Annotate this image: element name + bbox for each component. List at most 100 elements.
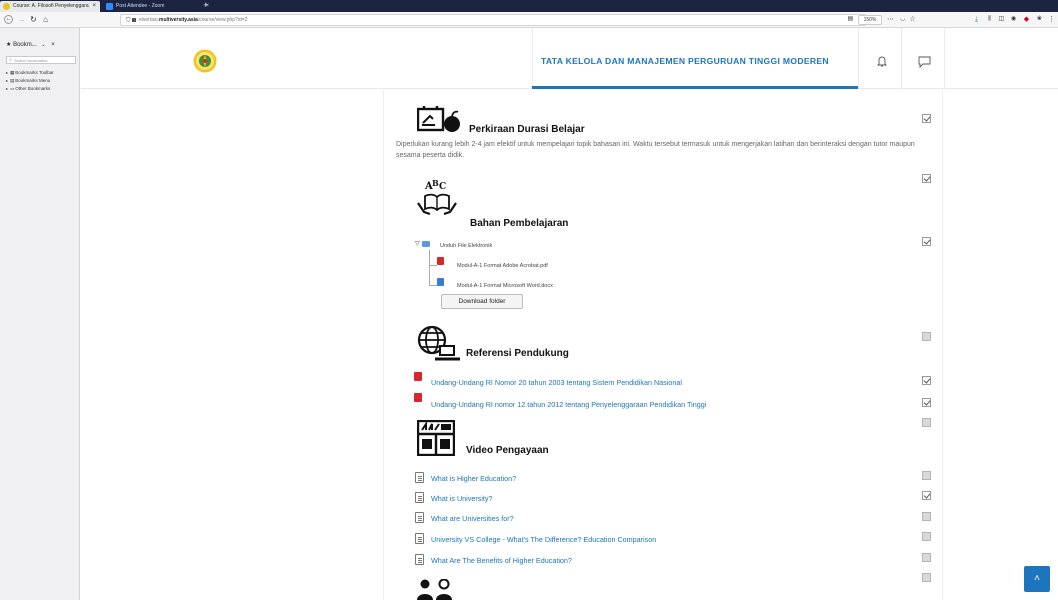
completion-checkbox[interactable] — [922, 174, 931, 183]
page-icon — [415, 472, 424, 483]
home-button[interactable]: ⌂ — [41, 15, 50, 24]
pocket-icon[interactable]: ◡ — [898, 15, 907, 24]
collapse-triangle-icon[interactable]: ▽ — [415, 240, 420, 247]
notification-bell-icon[interactable] — [876, 55, 888, 67]
bookmark-star-icon[interactable]: ☆ — [908, 15, 917, 24]
pdf-icon — [414, 393, 422, 402]
svg-text:C: C — [439, 182, 446, 192]
file-link-docx[interactable]: Modul-A-1 Format Microsoft Word.docx — [457, 283, 553, 289]
downloads-icon[interactable]: ⤓ — [972, 15, 981, 24]
completion-checkbox[interactable] — [922, 398, 931, 407]
menu-icon[interactable]: ⋮ — [1047, 15, 1056, 24]
section-title-durasi: Perkiraan Durasi Belajar — [469, 124, 585, 135]
video-link[interactable]: University VS College - What's The Diffe… — [431, 535, 656, 544]
completion-checkbox[interactable] — [922, 418, 931, 427]
abc-book-icon: A B C — [417, 179, 457, 216]
university-logo-icon[interactable] — [193, 49, 217, 73]
url-domain: multiversity.asia — [159, 17, 198, 23]
close-tab-icon[interactable]: × — [92, 1, 96, 12]
clock-apple-icon — [417, 106, 460, 132]
tab-zoom[interactable]: Post Attendee - Zoom × — [103, 1, 209, 12]
url-prefix: elsertasi. — [139, 17, 160, 23]
course-title[interactable]: TATA KELOLA DAN MANAJEMEN PERGURUAN TING… — [541, 56, 829, 66]
star-icon: ★ — [6, 42, 12, 48]
extension-icon[interactable]: ❀ — [1035, 15, 1044, 24]
section-title-referensi: Referensi Pendukung — [466, 348, 569, 359]
sidebar-item-other-bookmarks[interactable]: ▸ ▭Other Bookmarks — [6, 86, 50, 92]
active-title-underline — [532, 86, 858, 89]
sidebar-header[interactable]: ★ Bookm... ⌄ × — [6, 41, 55, 48]
library-icon[interactable]: ⫼ — [985, 15, 994, 24]
chevron-right-icon: ▸ — [6, 70, 9, 75]
bookmarks-sidebar: ★ Bookm... ⌄ × ⌕ Search bookmarks ▸ ▦Book… — [0, 28, 80, 600]
extension-icon[interactable]: ◉ — [1009, 15, 1018, 24]
url-path: /course/view.php?id=2 — [197, 17, 248, 23]
chevron-up-icon: ˄ — [1034, 573, 1040, 584]
sidebar-toggle-icon[interactable]: ◫ — [997, 15, 1006, 24]
course-content — [383, 90, 943, 600]
video-link[interactable]: What are Universities for? — [431, 514, 514, 523]
section-title-video: Video Pengayaan — [466, 445, 549, 456]
divider — [532, 28, 533, 89]
folder-icon: ▭ — [10, 86, 15, 91]
completion-checkbox[interactable] — [922, 376, 931, 385]
forward-button[interactable]: → — [17, 15, 26, 24]
video-link[interactable]: What is University? — [431, 494, 493, 503]
page-icon — [415, 533, 424, 544]
zoom-level[interactable]: 150% — [858, 15, 882, 25]
search-placeholder: Search bookmarks — [14, 58, 48, 63]
sidebar-title: Bookm... — [13, 42, 37, 48]
shield-icon: ⛉ — [126, 18, 131, 24]
sidebar-item-bookmarks-toolbar[interactable]: ▸ ▦Bookmarks Toolbar — [6, 70, 54, 76]
bookmark-search-input[interactable]: ⌕ Search bookmarks — [6, 56, 76, 64]
divider — [858, 28, 859, 89]
tab-course[interactable]: Course: A. Filosofi Penyelenggara × — [0, 1, 100, 12]
message-icon[interactable] — [918, 56, 931, 68]
page-area: TATA KELOLA DAN MANAJEMEN PERGURUAN TING… — [81, 28, 1058, 600]
reload-button[interactable]: ↻ — [29, 15, 38, 24]
reference-link[interactable]: Undang-Undang RI Nomor 20 tahun 2003 ten… — [431, 378, 682, 387]
globe-computer-icon — [417, 325, 460, 361]
lock-icon — [132, 18, 136, 22]
course-favicon-icon — [3, 3, 10, 10]
sidebar-item-bookmarks-menu[interactable]: ▸ ▤Bookmarks Menu — [6, 78, 50, 84]
word-file-icon — [437, 278, 444, 286]
download-folder-button[interactable]: Download folder — [441, 294, 523, 309]
completion-checkbox[interactable] — [922, 114, 931, 123]
file-link-pdf[interactable]: Modul-A-1 Format Adobe Acrobat.pdf — [457, 263, 548, 269]
video-board-icon — [417, 420, 455, 456]
completion-checkbox[interactable] — [922, 532, 931, 541]
completion-checkbox[interactable] — [922, 332, 931, 341]
completion-checkbox[interactable] — [922, 491, 931, 500]
reference-link[interactable]: Undang-Undang RI nomor 12 tahun 2012 ten… — [431, 400, 706, 409]
tab-label: Course: A. Filosofi Penyelenggara — [13, 3, 89, 9]
page-actions-icon[interactable]: ⋯ — [886, 15, 895, 24]
completion-checkbox[interactable] — [922, 573, 931, 582]
completion-checkbox[interactable] — [922, 237, 931, 246]
completion-checkbox[interactable] — [922, 512, 931, 521]
browser-tab-bar: Course: A. Filosofi Penyelenggara × Post… — [0, 0, 1058, 12]
tab-label: Post Attendee - Zoom — [116, 3, 165, 9]
folder-name[interactable]: Unduh File Elektronik — [440, 243, 492, 249]
scroll-to-top-button[interactable]: ˄ — [1024, 566, 1050, 592]
tree-line — [429, 265, 437, 266]
chevron-down-icon[interactable]: ⌄ — [41, 42, 45, 48]
close-sidebar-icon[interactable]: × — [51, 42, 55, 48]
divider — [901, 28, 902, 89]
menu-folder-icon: ▤ — [10, 78, 15, 83]
back-button[interactable]: ← — [4, 15, 13, 24]
video-link[interactable]: What is Higher Education? — [431, 474, 516, 483]
new-tab-button[interactable]: + — [203, 0, 208, 11]
page-icon — [415, 492, 424, 503]
video-link[interactable]: What Are The Benefits of Higher Educatio… — [431, 556, 572, 565]
tree-line — [429, 285, 437, 286]
left-blank-region — [81, 90, 383, 600]
url-bar[interactable]: ⛉ elsertasi.multiversity.asia/course/vie… — [120, 14, 866, 26]
extension-icon[interactable]: ◆ — [1022, 15, 1031, 24]
completion-checkbox[interactable] — [922, 553, 931, 562]
sidebar-item-label: Bookmarks Toolbar — [15, 70, 54, 75]
site-header: TATA KELOLA DAN MANAJEMEN PERGURUAN TING… — [81, 28, 1058, 89]
sidebar-item-label: Bookmarks Menu — [15, 78, 51, 83]
completion-checkbox[interactable] — [922, 471, 931, 480]
reader-view-icon[interactable]: ▤ — [846, 15, 855, 24]
